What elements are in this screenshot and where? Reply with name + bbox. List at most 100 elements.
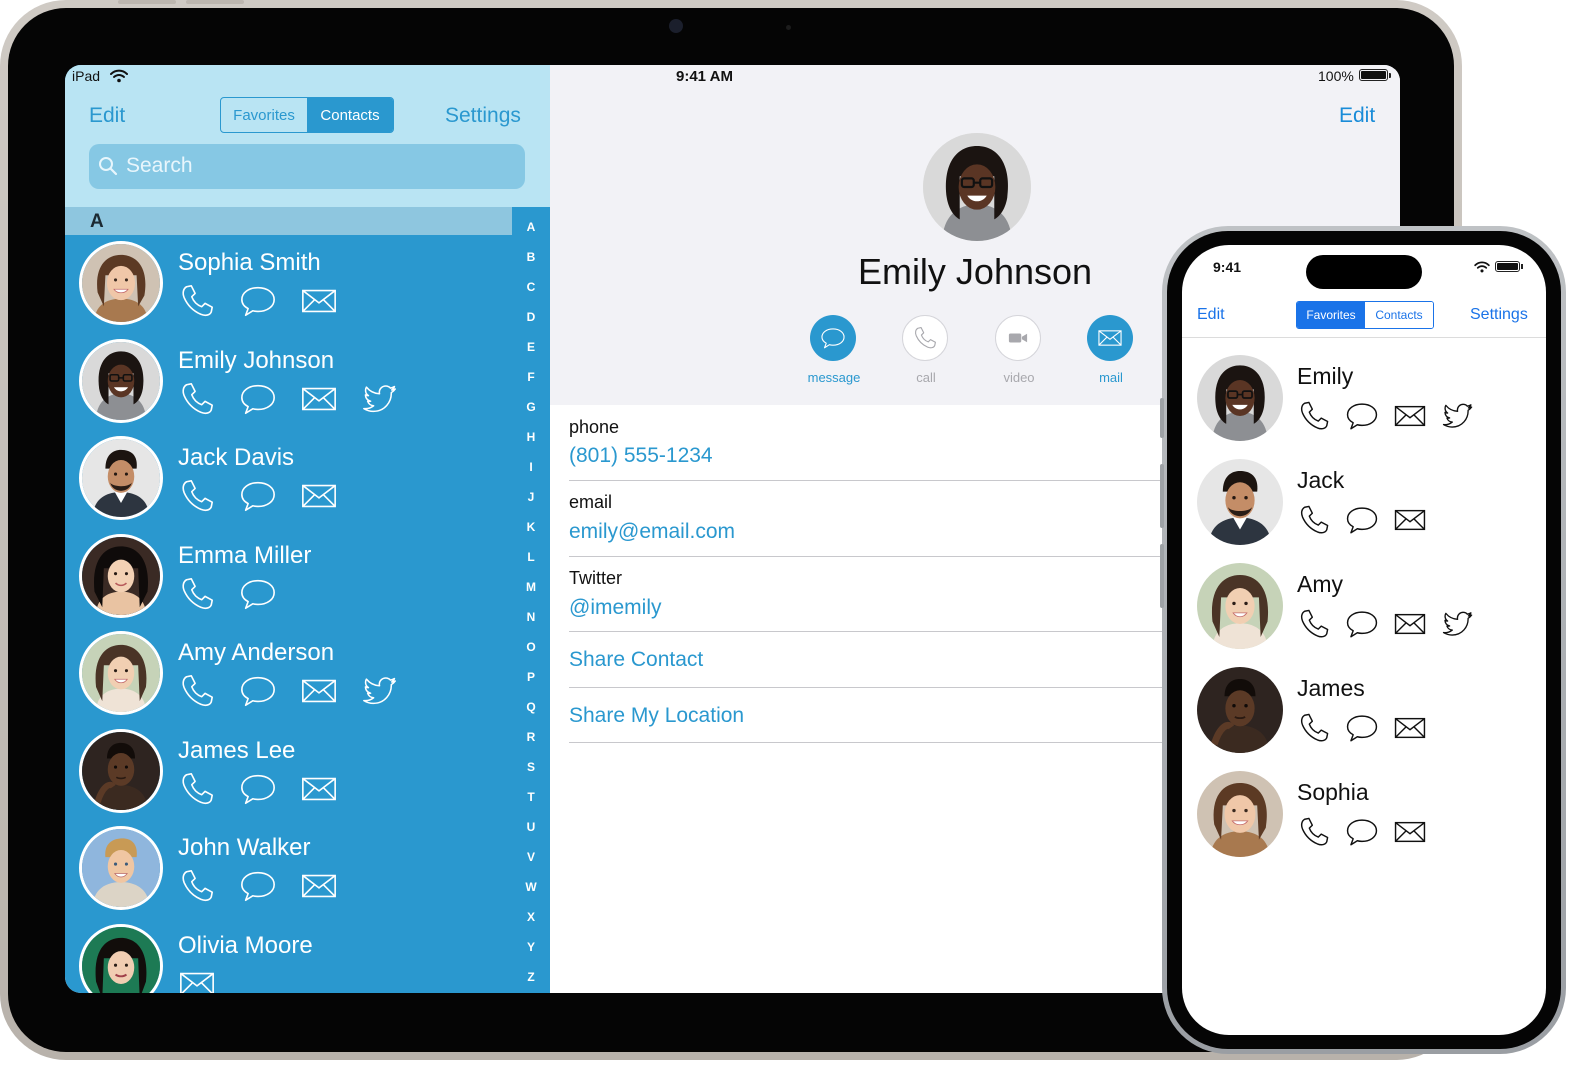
message-icon[interactable] xyxy=(239,867,277,905)
contact-row[interactable]: Olivia Moore xyxy=(65,918,512,994)
phone-icon[interactable] xyxy=(1297,711,1331,745)
mail-icon[interactable] xyxy=(300,770,338,808)
message-icon[interactable] xyxy=(1345,607,1379,641)
favorite-row[interactable]: James xyxy=(1182,655,1546,759)
phone-value[interactable]: (801) 555-1234 xyxy=(569,444,713,468)
phone-icon[interactable] xyxy=(178,477,216,515)
share-location-button[interactable]: Share My Location xyxy=(569,704,744,728)
index-letter-n[interactable]: N xyxy=(512,610,550,624)
mail-icon[interactable] xyxy=(300,867,338,905)
twitter-value[interactable]: @imemily xyxy=(569,596,661,620)
mail-icon[interactable] xyxy=(300,672,338,710)
contact-row[interactable]: Sophia Smith xyxy=(65,235,512,332)
message-icon[interactable] xyxy=(239,282,277,320)
index-letter-w[interactable]: W xyxy=(512,880,550,894)
contact-row[interactable]: Amy Anderson xyxy=(65,625,512,722)
mail-icon[interactable] xyxy=(300,477,338,515)
mail-icon[interactable] xyxy=(300,380,338,418)
message-action-button[interactable]: message xyxy=(794,315,874,391)
phone-icon[interactable] xyxy=(178,770,216,808)
call-action-button[interactable]: call xyxy=(886,315,966,391)
index-letter-a[interactable]: A xyxy=(512,220,550,234)
message-icon[interactable] xyxy=(239,672,277,710)
edit-button[interactable]: Edit xyxy=(89,104,125,128)
index-letter-y[interactable]: Y xyxy=(512,940,550,954)
twitter-icon[interactable] xyxy=(361,380,399,418)
index-letter-q[interactable]: Q xyxy=(512,700,550,714)
index-letter-x[interactable]: X xyxy=(512,910,550,924)
video-action-button[interactable]: video xyxy=(979,315,1059,391)
mail-icon[interactable] xyxy=(1393,815,1427,849)
mail-icon[interactable] xyxy=(1393,503,1427,537)
mail-action-button[interactable]: mail xyxy=(1071,315,1151,391)
phone-icon[interactable] xyxy=(178,672,216,710)
message-icon[interactable] xyxy=(1345,815,1379,849)
index-letter-h[interactable]: H xyxy=(512,430,550,444)
segment-favorites[interactable]: Favorites xyxy=(221,98,307,132)
index-letter-z[interactable]: Z xyxy=(512,970,550,984)
twitter-icon[interactable] xyxy=(1441,399,1475,433)
favorite-row[interactable]: Emily xyxy=(1182,343,1546,447)
detail-edit-button[interactable]: Edit xyxy=(1339,104,1375,128)
index-letter-i[interactable]: I xyxy=(512,460,550,474)
message-icon[interactable] xyxy=(239,380,277,418)
favorite-row[interactable]: Amy xyxy=(1182,551,1546,655)
message-icon[interactable] xyxy=(1345,711,1379,745)
index-letter-k[interactable]: K xyxy=(512,520,550,534)
share-contact-button[interactable]: Share Contact xyxy=(569,648,703,672)
settings-button[interactable]: Settings xyxy=(445,104,521,128)
favorite-row[interactable]: Sophia xyxy=(1182,759,1546,863)
phone-icon[interactable] xyxy=(178,575,216,613)
twitter-icon[interactable] xyxy=(1441,607,1475,641)
mail-icon[interactable] xyxy=(300,282,338,320)
phone-icon[interactable] xyxy=(178,282,216,320)
message-icon[interactable] xyxy=(1345,503,1379,537)
contact-row[interactable]: Emma Miller xyxy=(65,528,512,625)
index-letter-g[interactable]: G xyxy=(512,400,550,414)
segment-favorites[interactable]: Favorites xyxy=(1297,302,1365,328)
index-letter-e[interactable]: E xyxy=(512,340,550,354)
phone-icon[interactable] xyxy=(1297,399,1331,433)
contact-row[interactable]: Jack Davis xyxy=(65,430,512,527)
mail-icon[interactable] xyxy=(1393,607,1427,641)
segment-contacts[interactable]: Contacts xyxy=(307,98,393,132)
favorite-row[interactable]: Jack xyxy=(1182,447,1546,551)
index-letter-p[interactable]: P xyxy=(512,670,550,684)
index-letter-r[interactable]: R xyxy=(512,730,550,744)
ipad-volume-button xyxy=(186,0,244,4)
index-letter-l[interactable]: L xyxy=(512,550,550,564)
index-letter-u[interactable]: U xyxy=(512,820,550,834)
contact-row[interactable]: James Lee xyxy=(65,723,512,820)
search-input[interactable]: Search xyxy=(89,144,525,189)
iphone-edit-button[interactable]: Edit xyxy=(1197,306,1225,324)
iphone-settings-button[interactable]: Settings xyxy=(1470,306,1528,324)
mail-icon[interactable] xyxy=(1393,711,1427,745)
email-value[interactable]: emily@email.com xyxy=(569,520,735,544)
message-icon[interactable] xyxy=(239,477,277,515)
index-letter-v[interactable]: V xyxy=(512,850,550,864)
phone-icon[interactable] xyxy=(1297,503,1331,537)
index-letter-m[interactable]: M xyxy=(512,580,550,594)
index-letter-o[interactable]: O xyxy=(512,640,550,654)
mail-icon[interactable] xyxy=(178,965,216,994)
contact-row[interactable]: Emily Johnson xyxy=(65,333,512,430)
phone-icon[interactable] xyxy=(1297,607,1331,641)
index-letter-b[interactable]: B xyxy=(512,250,550,264)
contact-name: Jack Davis xyxy=(178,444,295,471)
index-letter-s[interactable]: S xyxy=(512,760,550,774)
message-icon[interactable] xyxy=(239,575,277,613)
segment-contacts[interactable]: Contacts xyxy=(1365,302,1433,328)
message-icon[interactable] xyxy=(1345,399,1379,433)
mail-icon[interactable] xyxy=(1393,399,1427,433)
index-letter-c[interactable]: C xyxy=(512,280,550,294)
index-letter-t[interactable]: T xyxy=(512,790,550,804)
contact-row[interactable]: John Walker xyxy=(65,820,512,917)
phone-icon[interactable] xyxy=(178,867,216,905)
index-letter-d[interactable]: D xyxy=(512,310,550,324)
twitter-icon[interactable] xyxy=(361,672,399,710)
phone-icon[interactable] xyxy=(1297,815,1331,849)
index-letter-f[interactable]: F xyxy=(512,370,550,384)
index-letter-j[interactable]: J xyxy=(512,490,550,504)
message-icon[interactable] xyxy=(239,770,277,808)
phone-icon[interactable] xyxy=(178,380,216,418)
